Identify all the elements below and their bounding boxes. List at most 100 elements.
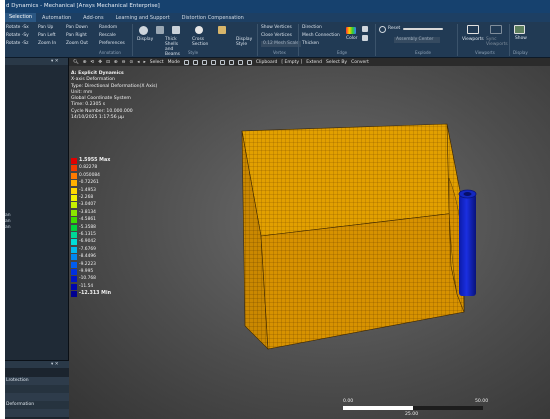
direction-button[interactable]: Direction bbox=[302, 25, 322, 31]
pan-right-button[interactable]: Pan Right bbox=[66, 33, 87, 39]
convert-dropdown[interactable]: Convert bbox=[351, 60, 369, 65]
color-button[interactable]: Color bbox=[346, 36, 357, 42]
legend-swatch bbox=[71, 172, 77, 179]
ribbon-separator bbox=[457, 24, 458, 56]
select-element-icon[interactable] bbox=[228, 59, 234, 65]
pan-down-button[interactable]: Pan Down bbox=[66, 25, 88, 31]
outline-text: an bbox=[5, 213, 11, 218]
rotate-icon[interactable]: ⟲ bbox=[91, 60, 95, 65]
ribbon-separator bbox=[132, 24, 133, 56]
viewports-button[interactable]: Viewports bbox=[462, 37, 484, 43]
menu-learning-support[interactable]: Learning and Support bbox=[116, 15, 170, 21]
select-edge-icon[interactable] bbox=[192, 59, 198, 65]
display-icon bbox=[139, 26, 148, 35]
close-vertices-button[interactable]: Close Vertices bbox=[261, 33, 292, 39]
reset-button[interactable]: Reset bbox=[388, 26, 400, 32]
empty-selection: [ Empty ] bbox=[281, 59, 303, 65]
random-button[interactable]: Random bbox=[99, 25, 117, 31]
cylinder-body[interactable] bbox=[459, 194, 476, 296]
legend-label: -4.5861 bbox=[79, 217, 96, 223]
zoom-fit-icon[interactable]: 🔍︎ bbox=[73, 60, 79, 65]
legend-item: -8.4496 bbox=[71, 254, 131, 261]
zoom-in-button[interactable]: Zoom In bbox=[38, 41, 56, 47]
ribbon-separator bbox=[298, 24, 299, 56]
select-vertex-icon[interactable] bbox=[183, 59, 189, 65]
next-view-icon[interactable]: ▸ bbox=[143, 60, 145, 65]
select-label[interactable]: Select bbox=[150, 60, 164, 65]
menu-automation[interactable]: Automation bbox=[42, 15, 71, 21]
legend-item: -10.768 bbox=[71, 276, 131, 283]
zoom-out-icon[interactable]: ⊖ bbox=[122, 60, 126, 65]
previous-view-icon[interactable]: ◂ bbox=[137, 60, 139, 65]
extend-dropdown[interactable]: Extend bbox=[306, 60, 322, 65]
close-icon[interactable]: ▾ ✕ bbox=[51, 362, 58, 367]
menu-add-ons[interactable]: Add-ons bbox=[83, 15, 103, 21]
legend-label: -1.4953 bbox=[79, 187, 96, 193]
zoom-icon[interactable]: ⊕ bbox=[83, 60, 87, 65]
rotate-sz-button[interactable]: Rotate -Sz bbox=[6, 41, 28, 47]
thick-shells-button[interactable]: Thick Shells and Beams bbox=[165, 37, 181, 57]
fit-icon[interactable]: ⊙ bbox=[129, 60, 133, 65]
rescale-button[interactable]: Rescale bbox=[99, 33, 116, 39]
zoom-box-icon[interactable]: ⊡ bbox=[106, 60, 110, 65]
legend-item: -5.3588 bbox=[71, 224, 131, 231]
block-front-face[interactable] bbox=[260, 211, 465, 350]
legend-label: -6.1315 bbox=[79, 232, 96, 237]
legend-label: -6.9042 bbox=[79, 239, 96, 245]
rotate-sy-button[interactable]: Rotate -Sy bbox=[6, 33, 29, 39]
zoom-in-icon[interactable]: ⊕ bbox=[114, 60, 118, 65]
legend-swatch bbox=[71, 217, 77, 224]
preferences-button[interactable]: Preferences bbox=[99, 41, 125, 47]
display-style-icon bbox=[218, 26, 226, 34]
mesh-connection-button[interactable]: Mesh Connection bbox=[302, 33, 340, 39]
select-node-icon[interactable] bbox=[219, 59, 225, 65]
show-button[interactable]: Show bbox=[515, 36, 527, 42]
legend-item: -3.0407 bbox=[71, 202, 131, 209]
legend-item: -9.2223 bbox=[71, 261, 131, 268]
clipboard-dropdown[interactable]: Clipboard bbox=[256, 60, 278, 65]
legend-label: -3.8134 bbox=[79, 209, 96, 215]
legend-item: -7.6769 bbox=[71, 246, 131, 253]
sync-viewports-button[interactable]: Sync Viewports bbox=[486, 37, 508, 47]
legend-swatch bbox=[71, 291, 77, 298]
color-icon bbox=[346, 27, 356, 34]
show-vertices-button[interactable]: Show Vertices bbox=[261, 25, 292, 31]
cross-section-button[interactable]: Cross Section bbox=[192, 37, 208, 47]
scale-bar-mid-label: 25.00 bbox=[405, 412, 419, 417]
thick-shells-icon bbox=[156, 26, 164, 34]
select-by-dropdown[interactable]: Select By bbox=[326, 60, 347, 65]
mode-dropdown[interactable]: Mode bbox=[168, 60, 180, 65]
pin-icon[interactable]: ▾ ✕ bbox=[51, 59, 58, 64]
select-face-icon[interactable] bbox=[201, 59, 207, 65]
ribbon-group-edge: Edge bbox=[337, 50, 348, 55]
details-row[interactable]: Deformation bbox=[5, 401, 69, 409]
graphics-viewport[interactable]: 🔍︎ ⊕ ⟲ ✥ ⊡ ⊕ ⊖ ⊙ ◂ ▸ Select Mode Clipboa… bbox=[69, 58, 550, 419]
select-mesh-icon[interactable] bbox=[237, 59, 243, 65]
details-row[interactable]: Lrotection bbox=[5, 377, 69, 385]
details-row[interactable] bbox=[5, 385, 69, 393]
legend-label: 0.050084 bbox=[79, 172, 100, 178]
details-row[interactable] bbox=[5, 393, 69, 401]
explode-slider[interactable] bbox=[403, 28, 443, 30]
ribbon-separator bbox=[257, 24, 258, 56]
pan-icon[interactable]: ✥ bbox=[98, 60, 102, 65]
legend-label: -9.995 bbox=[79, 269, 94, 274]
thicken-button[interactable]: Thicken bbox=[302, 41, 319, 47]
zoom-out-button[interactable]: Zoom Out bbox=[66, 41, 88, 47]
ribbon-group-viewports: Viewports bbox=[475, 50, 495, 55]
legend-item: -3.8134 bbox=[71, 209, 131, 216]
select-body-icon[interactable] bbox=[210, 59, 216, 65]
assembly-center-dropdown[interactable]: Assembly Center bbox=[394, 37, 440, 43]
display-style-button[interactable]: Display Style bbox=[236, 37, 252, 47]
legend-label: -7.6769 bbox=[79, 246, 96, 252]
rotate-sx-button[interactable]: Rotate -Sx bbox=[6, 25, 29, 31]
details-row[interactable] bbox=[5, 409, 69, 417]
menu-selection[interactable]: Selection bbox=[5, 13, 37, 22]
menu-distortion-compensation[interactable]: Distortion Compensation bbox=[182, 15, 244, 21]
pan-up-button[interactable]: Pan Up bbox=[38, 25, 53, 31]
display-button[interactable]: Display bbox=[137, 37, 153, 43]
select-all-icon[interactable] bbox=[246, 59, 252, 65]
legend-swatch bbox=[71, 195, 77, 201]
pan-left-button[interactable]: Pan Left bbox=[38, 33, 56, 39]
mesh-scale-field[interactable]: 0.12 Mesh Scale bbox=[261, 41, 301, 47]
